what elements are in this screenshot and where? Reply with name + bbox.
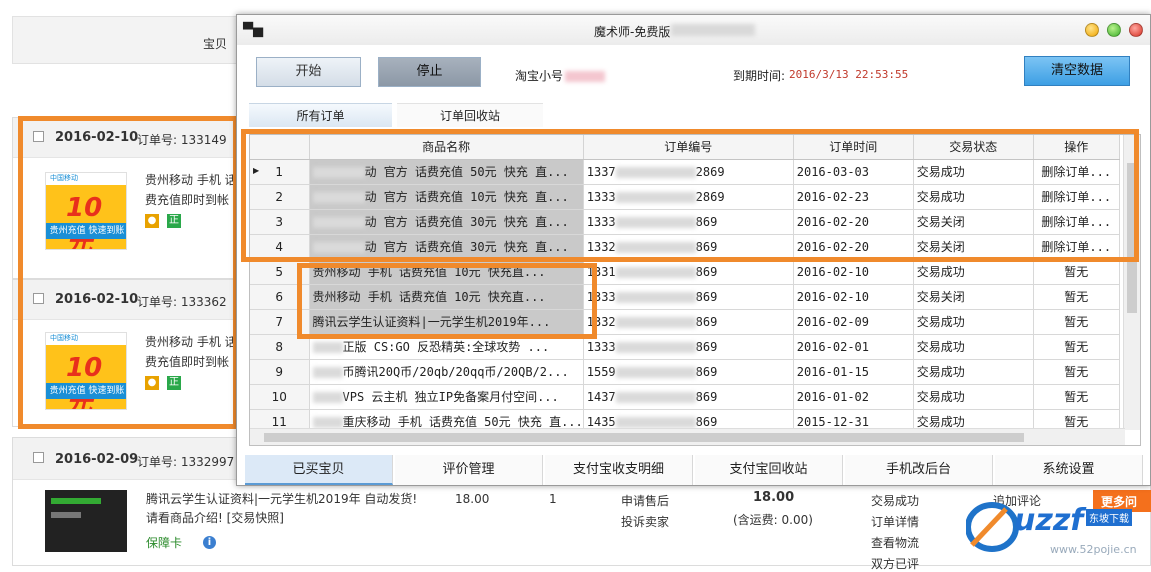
cell-trade-status[interactable]: 交易成功 xyxy=(913,384,1034,410)
redacted-text xyxy=(615,341,696,353)
total-price: 18.00 xyxy=(753,490,795,505)
cell-order-number[interactable]: 1333 869 xyxy=(583,284,794,310)
tab-alipay-recycle[interactable]: 支付宝回收站 xyxy=(695,455,843,485)
cell-product-name[interactable]: 币腾讯20Q币/20qb/20qq币/20QB/2... xyxy=(309,359,584,385)
tab-bought-items[interactable]: 已买宝贝 xyxy=(245,455,393,485)
app-logo-icon: ▀▅ xyxy=(243,23,263,38)
after-sale-link[interactable]: 申请售后 xyxy=(621,492,669,509)
app-window: ▀▅ 魔术师-免费版 开始 停止 淘宝小号 到期时间: 2016/3/13 22… xyxy=(236,14,1151,486)
table-row[interactable]: 10 VPS 云主机 独立IP免备案月付空间... 1437 869 2016-01-0… xyxy=(250,384,1120,410)
redacted-text xyxy=(615,366,696,378)
cell-trade-status[interactable]: 交易关闭 xyxy=(913,284,1034,310)
minimize-button[interactable] xyxy=(1085,23,1099,37)
maximize-button[interactable] xyxy=(1107,23,1121,37)
both-reviewed: 双方已评 xyxy=(871,557,920,571)
highlight-box xyxy=(297,263,597,339)
redacted-text xyxy=(615,416,696,428)
tab-all-orders[interactable]: 所有订单 xyxy=(249,103,392,127)
cell-trade-status[interactable]: 交易成功 xyxy=(913,334,1034,360)
order-detail-link[interactable]: 订单详情 xyxy=(871,513,919,530)
info-icon[interactable]: i xyxy=(203,536,216,549)
logistics-link[interactable]: 查看物流 xyxy=(871,534,919,551)
horizontal-scrollbar[interactable] xyxy=(250,428,1125,445)
expire-value: 2016/3/13 22:53:55 xyxy=(789,68,909,81)
complain-link[interactable]: 投诉卖家 xyxy=(621,513,669,530)
redacted-text xyxy=(615,316,696,328)
table-row[interactable]: 9 币腾讯20Q币/20qb/20qq币/20QB/2... 1559 869 2016… xyxy=(250,359,1120,385)
redacted-text xyxy=(615,266,696,278)
redacted-text xyxy=(312,367,343,378)
trade-status: 交易成功 xyxy=(871,494,920,508)
cell-order-time[interactable]: 2016-01-02 xyxy=(793,384,914,410)
cell-order-number[interactable]: 1331 869 xyxy=(583,259,794,285)
cell-action[interactable]: 暂无 xyxy=(1033,284,1120,310)
order-number: 订单号: 1332997 xyxy=(137,455,235,469)
redacted-text xyxy=(312,342,343,353)
order-date: 2016-02-09 xyxy=(55,452,139,467)
tab-alipay-detail[interactable]: 支付宝收支明细 xyxy=(545,455,693,485)
tab-review-manage[interactable]: 评价管理 xyxy=(395,455,543,485)
cell-order-time[interactable]: 2016-02-01 xyxy=(793,334,914,360)
highlight-box xyxy=(241,129,1139,262)
background-header: 宝贝 xyxy=(12,16,242,64)
row-number[interactable]: 9 xyxy=(250,359,310,385)
cell-order-time[interactable]: 2016-02-10 xyxy=(793,284,914,310)
cell-order-time[interactable]: 2016-02-09 xyxy=(793,309,914,335)
tab-order-recycle[interactable]: 订单回收站 xyxy=(397,103,543,127)
cell-order-time[interactable]: 2016-02-10 xyxy=(793,259,914,285)
bottom-nav: 已买宝贝 评价管理 支付宝收支明细 支付宝回收站 手机改后台 系统设置 xyxy=(237,455,1150,485)
redacted-text xyxy=(615,391,696,403)
cell-trade-status[interactable]: 交易成功 xyxy=(913,309,1034,335)
cell-action[interactable]: 暂无 xyxy=(1033,259,1120,285)
cell-order-number[interactable]: 1559 869 xyxy=(583,359,794,385)
guarantee-card-tag[interactable]: 保障卡 xyxy=(146,534,182,551)
cell-action[interactable]: 暂无 xyxy=(1033,384,1120,410)
close-button[interactable] xyxy=(1129,23,1143,37)
stop-button[interactable]: 停止 xyxy=(378,57,481,87)
cell-action[interactable]: 暂无 xyxy=(1033,334,1120,360)
cell-order-time[interactable]: 2016-01-15 xyxy=(793,359,914,385)
cell-order-number[interactable]: 1437 869 xyxy=(583,384,794,410)
cell-action[interactable]: 暂无 xyxy=(1033,359,1120,385)
redacted-title xyxy=(671,24,755,36)
site-watermark: uzzf 东坡下载 www.52pojie.cn xyxy=(965,497,1146,563)
order-checkbox[interactable] xyxy=(33,452,44,463)
tab-system-settings[interactable]: 系统设置 xyxy=(995,455,1143,485)
cell-trade-status[interactable]: 交易成功 xyxy=(913,259,1034,285)
tab-mobile-backend[interactable]: 手机改后台 xyxy=(845,455,993,485)
shipping-note: (含运费: 0.00) xyxy=(733,513,813,527)
redacted-text xyxy=(615,291,696,303)
product-image[interactable] xyxy=(45,490,127,552)
quantity: 1 xyxy=(549,492,557,506)
product-title[interactable]: 腾讯云学生认证资料|一元学生机2019年 自动发货! 请看商品介绍! [交易快照… xyxy=(146,490,426,528)
redacted-text xyxy=(312,417,343,428)
cell-action[interactable]: 暂无 xyxy=(1033,309,1120,335)
start-button[interactable]: 开始 xyxy=(256,57,361,87)
unit-price: 18.00 xyxy=(455,492,490,506)
clear-data-button[interactable]: 清空数据 xyxy=(1024,56,1130,86)
header-label: 宝贝 xyxy=(203,37,228,51)
highlight-box xyxy=(18,116,238,429)
cell-order-number[interactable]: 1333 869 xyxy=(583,334,794,360)
redacted-account xyxy=(565,71,606,82)
window-title: 魔术师-免费版 xyxy=(594,25,671,39)
account-label: 淘宝小号 xyxy=(515,69,564,83)
cell-trade-status[interactable]: 交易成功 xyxy=(913,359,1034,385)
row-number[interactable]: 10 xyxy=(250,384,310,410)
cell-product-name[interactable]: VPS 云主机 独立IP免备案月付空间... xyxy=(309,384,584,410)
redacted-text xyxy=(312,392,343,403)
title-bar[interactable]: ▀▅ 魔术师-免费版 xyxy=(237,15,1150,45)
cell-order-number[interactable]: 1332 869 xyxy=(583,309,794,335)
expire-label: 到期时间: xyxy=(733,69,786,83)
